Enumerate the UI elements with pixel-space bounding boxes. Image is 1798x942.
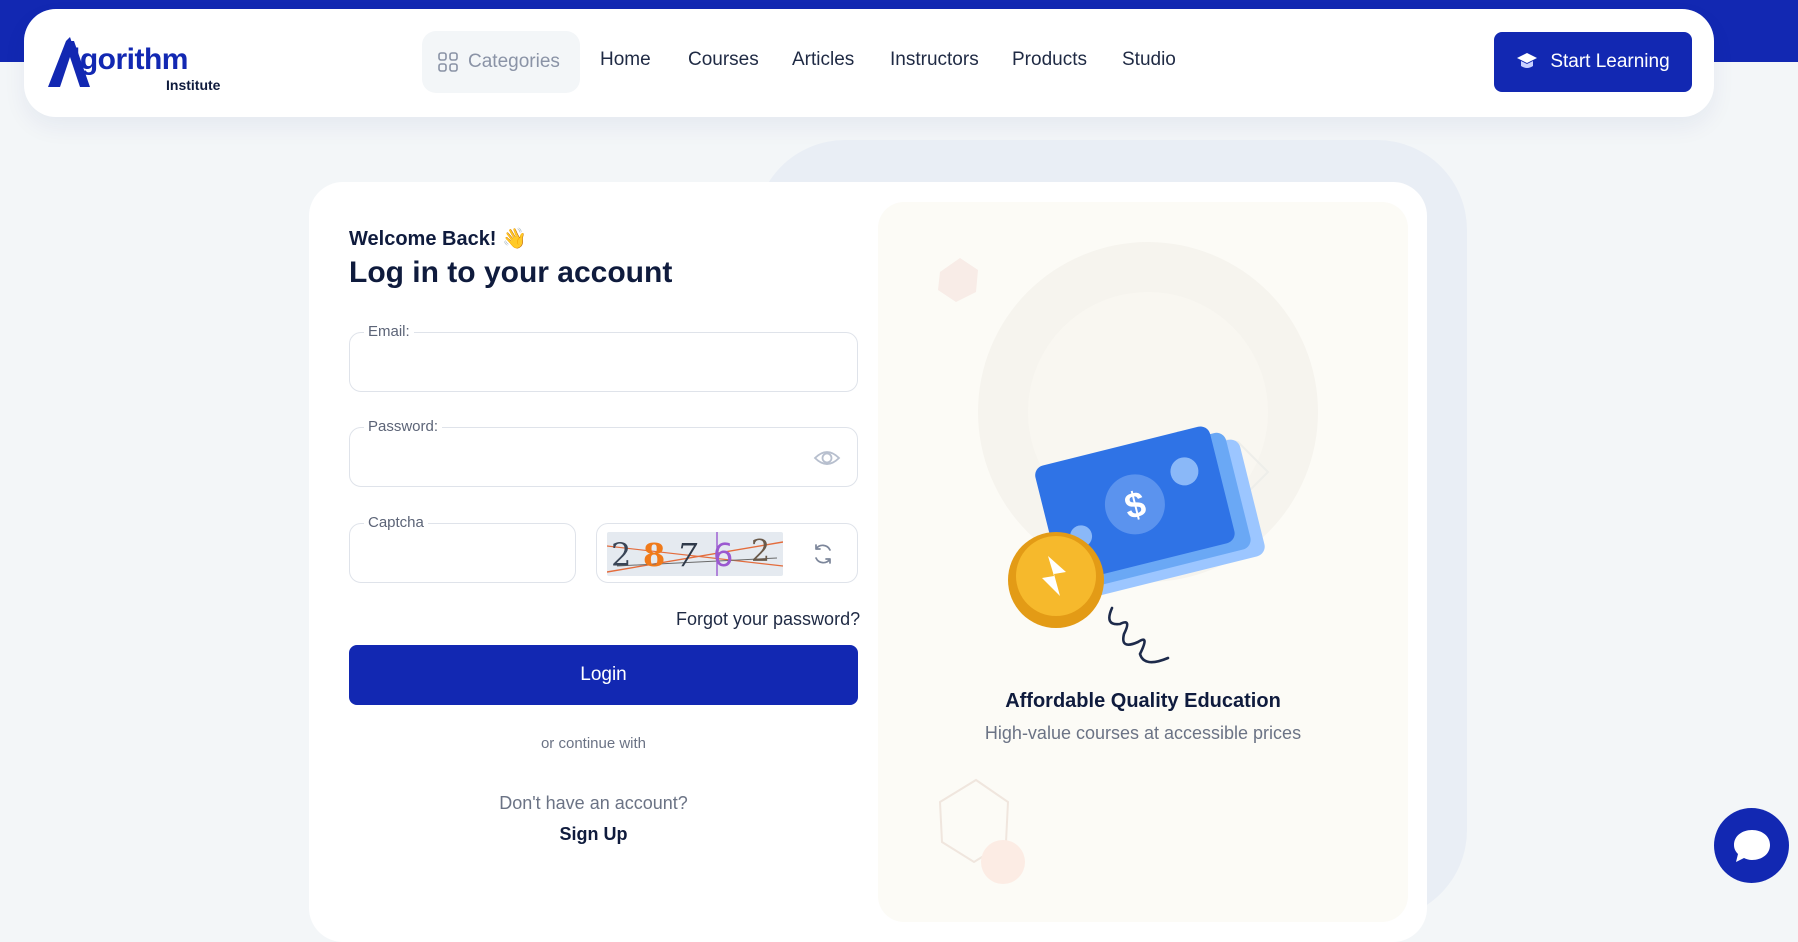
chat-bubble-icon — [1733, 829, 1770, 862]
nav-instructors[interactable]: Instructors — [890, 49, 979, 71]
welcome-text: Welcome Back! 👋 — [349, 228, 527, 250]
nav-courses[interactable]: Courses — [688, 49, 759, 71]
start-learning-label: Start Learning — [1550, 51, 1670, 72]
captcha-char: 6 — [713, 536, 734, 574]
email-field[interactable]: Email: — [349, 323, 858, 392]
chat-button[interactable] — [1714, 808, 1789, 883]
captcha-image: 2 8 7 6 2 — [607, 532, 783, 576]
nav-home[interactable]: Home — [600, 49, 651, 71]
password-field[interactable]: Password: — [349, 418, 858, 487]
or-continue-text: or continue with — [540, 735, 647, 752]
captcha-field[interactable]: Captcha — [349, 514, 576, 583]
captcha-label: Captcha — [364, 514, 428, 531]
start-learning-button[interactable]: Start Learning — [1494, 32, 1692, 92]
promo-panel: $ Affordable Quality Education High-valu… — [878, 202, 1408, 922]
email-input[interactable] — [366, 351, 807, 375]
navbar: lgorithm Institute Categories Home Cours… — [24, 9, 1714, 117]
logo[interactable]: lgorithm Institute — [44, 37, 234, 93]
money-coin-illustration: $ — [1008, 426, 1265, 664]
categories-button[interactable]: Categories — [422, 31, 580, 93]
email-label: Email: — [364, 323, 414, 340]
promo-title: Affordable Quality Education — [1005, 690, 1281, 712]
sign-up-link[interactable]: Sign Up — [349, 824, 838, 845]
nav-articles[interactable]: Articles — [792, 49, 854, 71]
eye-icon[interactable] — [813, 448, 841, 468]
captcha-input[interactable] — [366, 542, 559, 566]
no-account-text: Don't have an account? — [499, 793, 688, 813]
logo-subtitle: Institute — [166, 77, 221, 93]
categories-label: Categories — [468, 51, 560, 72]
captcha-box: 2 8 7 6 2 — [596, 523, 858, 583]
logo-text: lgorithm — [72, 43, 189, 76]
refresh-icon[interactable] — [811, 542, 835, 566]
captcha-char: 2 — [611, 536, 632, 574]
promo-subtitle: High-value courses at accessible prices — [984, 723, 1302, 743]
forgot-password-link[interactable]: Forgot your password? — [676, 609, 860, 630]
password-input[interactable] — [366, 446, 807, 470]
page-title: Log in to your account — [349, 256, 673, 289]
nav-studio[interactable]: Studio — [1122, 49, 1176, 71]
password-label: Password: — [364, 418, 443, 435]
captcha-char: 8 — [643, 536, 666, 574]
graduation-cap-icon — [1517, 53, 1538, 68]
captcha-char: 7 — [677, 536, 698, 574]
captcha-char: 2 — [751, 534, 771, 569]
login-button[interactable]: Login — [349, 645, 858, 705]
nav-products[interactable]: Products — [1012, 49, 1087, 71]
grid-icon — [438, 52, 458, 72]
